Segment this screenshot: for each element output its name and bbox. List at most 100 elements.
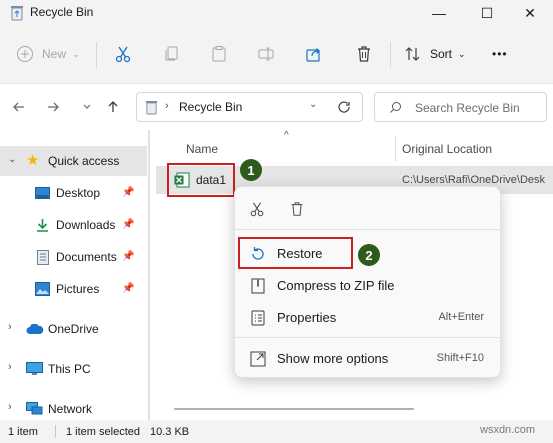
chevron-down-icon: ⌄ xyxy=(72,48,80,59)
column-header-name[interactable]: Name xyxy=(186,142,218,156)
refresh-icon[interactable] xyxy=(337,100,351,114)
sidebar-item-pictures[interactable]: Pictures 📌 xyxy=(0,274,147,304)
breadcrumb-recycle-bin[interactable]: Recycle Bin xyxy=(179,100,242,114)
divider xyxy=(96,42,97,68)
show-more-options-label: Show more options xyxy=(277,351,389,366)
more-options-button[interactable]: ••• xyxy=(492,40,508,68)
command-bar: New ⌄ Sort ⌄ ••• xyxy=(0,26,553,84)
share-button[interactable] xyxy=(305,40,323,68)
compress-menu-item[interactable]: Compress to ZIP file xyxy=(243,271,494,301)
chevron-right-icon[interactable]: › xyxy=(8,321,12,333)
sidebar-item-label: This PC xyxy=(48,362,91,376)
arrow-left-icon xyxy=(13,102,24,112)
pin-icon: 📌 xyxy=(122,251,135,262)
minimize-icon: — xyxy=(432,5,446,21)
pin-icon: 📌 xyxy=(122,283,135,294)
sort-label: Sort xyxy=(430,47,453,61)
divider xyxy=(55,425,56,438)
plus-circle-icon xyxy=(17,46,33,62)
cut-context-button[interactable] xyxy=(249,201,265,220)
chevron-down-icon xyxy=(83,104,91,109)
show-more-options-menu-item[interactable]: Show more options Shift+F10 xyxy=(243,344,494,374)
sidebar-item-documents[interactable]: Documents 📌 xyxy=(0,242,147,272)
step-badge-2: 2 xyxy=(358,244,380,266)
status-selected: 1 item selected xyxy=(66,426,140,438)
zip-icon xyxy=(251,278,265,294)
sidebar-item-desktop[interactable]: Desktop 📌 xyxy=(0,178,147,208)
paste-button[interactable] xyxy=(210,40,228,68)
properties-menu-item[interactable]: Properties Alt+Enter xyxy=(243,303,494,333)
sort-icon xyxy=(405,47,420,61)
search-box[interactable]: Search Recycle Bin xyxy=(374,92,547,122)
computer-icon xyxy=(26,362,43,375)
show-more-options-shortcut: Shift+F10 xyxy=(436,352,484,364)
sidebar-item-quick-access[interactable]: ⌄ ★ Quick access xyxy=(0,146,147,176)
navigation-pane: ⌄ ★ Quick access Desktop 📌 Downloads 📌 D… xyxy=(0,130,150,420)
recent-locations-button[interactable] xyxy=(76,96,98,118)
up-button[interactable] xyxy=(102,96,124,118)
sidebar-item-label: Quick access xyxy=(48,154,120,168)
horizontal-scrollbar[interactable] xyxy=(174,408,414,410)
compress-label: Compress to ZIP file xyxy=(277,278,395,293)
window-title: Recycle Bin xyxy=(30,5,94,19)
chevron-right-icon[interactable]: › xyxy=(8,361,12,373)
column-header-original-location[interactable]: Original Location xyxy=(402,142,492,156)
title-bar: Recycle Bin — ☐ ✕ xyxy=(0,0,553,26)
close-icon: ✕ xyxy=(524,4,536,21)
delete-context-button[interactable] xyxy=(289,201,305,220)
star-icon: ★ xyxy=(26,152,40,169)
address-row: › Recycle Bin ⌄ Search Recycle Bin xyxy=(0,84,553,130)
sidebar-item-label: Network xyxy=(48,402,93,416)
highlight-file-box xyxy=(167,163,235,197)
sidebar-item-downloads[interactable]: Downloads 📌 xyxy=(0,210,147,240)
forward-button[interactable] xyxy=(42,96,64,118)
delete-button[interactable] xyxy=(355,40,373,68)
expand-icon xyxy=(250,351,266,367)
pin-icon: 📌 xyxy=(122,219,135,230)
sort-ascending-icon: ^ xyxy=(284,130,289,141)
new-button[interactable]: New ⌄ xyxy=(16,40,80,68)
arrow-right-icon xyxy=(48,102,59,112)
documents-icon xyxy=(37,250,49,265)
search-placeholder: Search Recycle Bin xyxy=(415,101,520,115)
chevron-right-icon[interactable]: › xyxy=(8,401,12,413)
recycle-bin-icon xyxy=(11,6,23,21)
status-item-count: 1 item xyxy=(8,426,38,438)
close-button[interactable]: ✕ xyxy=(507,0,553,26)
copy-icon xyxy=(165,46,178,61)
rename-button[interactable] xyxy=(257,40,275,68)
properties-shortcut: Alt+Enter xyxy=(438,311,484,323)
download-icon xyxy=(37,219,48,232)
sidebar-item-this-pc[interactable]: › This PC xyxy=(0,354,147,384)
back-button[interactable] xyxy=(8,96,30,118)
breadcrumb-separator-icon: › xyxy=(165,100,169,112)
scissors-icon xyxy=(115,46,131,63)
menu-divider xyxy=(235,337,500,338)
ellipsis-icon: ••• xyxy=(492,47,508,61)
trash-icon xyxy=(358,46,370,62)
chevron-down-icon[interactable]: ⌄ xyxy=(8,154,16,165)
sidebar-item-onedrive[interactable]: › OneDrive xyxy=(0,314,147,344)
clipboard-icon xyxy=(212,46,226,62)
cloud-icon xyxy=(26,324,44,334)
address-bar[interactable]: › Recycle Bin ⌄ xyxy=(136,92,363,122)
network-icon xyxy=(26,402,43,415)
scissors-icon xyxy=(250,202,264,217)
properties-label: Properties xyxy=(277,310,337,325)
sidebar-item-label: Documents xyxy=(56,250,117,264)
minimize-button[interactable]: — xyxy=(416,0,462,26)
search-icon xyxy=(390,102,401,113)
chevron-down-icon[interactable]: ⌄ xyxy=(309,99,317,110)
sort-button[interactable]: Sort ⌄ xyxy=(404,40,466,68)
recycle-bin-icon xyxy=(145,101,158,115)
properties-icon xyxy=(251,310,265,326)
status-size: 10.3 KB xyxy=(150,426,190,438)
arrow-up-icon xyxy=(108,101,118,112)
copy-button[interactable] xyxy=(163,40,181,68)
step-badge-1: 1 xyxy=(240,159,262,181)
menu-divider xyxy=(235,229,500,230)
share-icon xyxy=(306,48,320,62)
maximize-button[interactable]: ☐ xyxy=(464,0,510,26)
sidebar-scrollbar[interactable] xyxy=(148,130,150,420)
cut-button[interactable] xyxy=(114,40,132,68)
